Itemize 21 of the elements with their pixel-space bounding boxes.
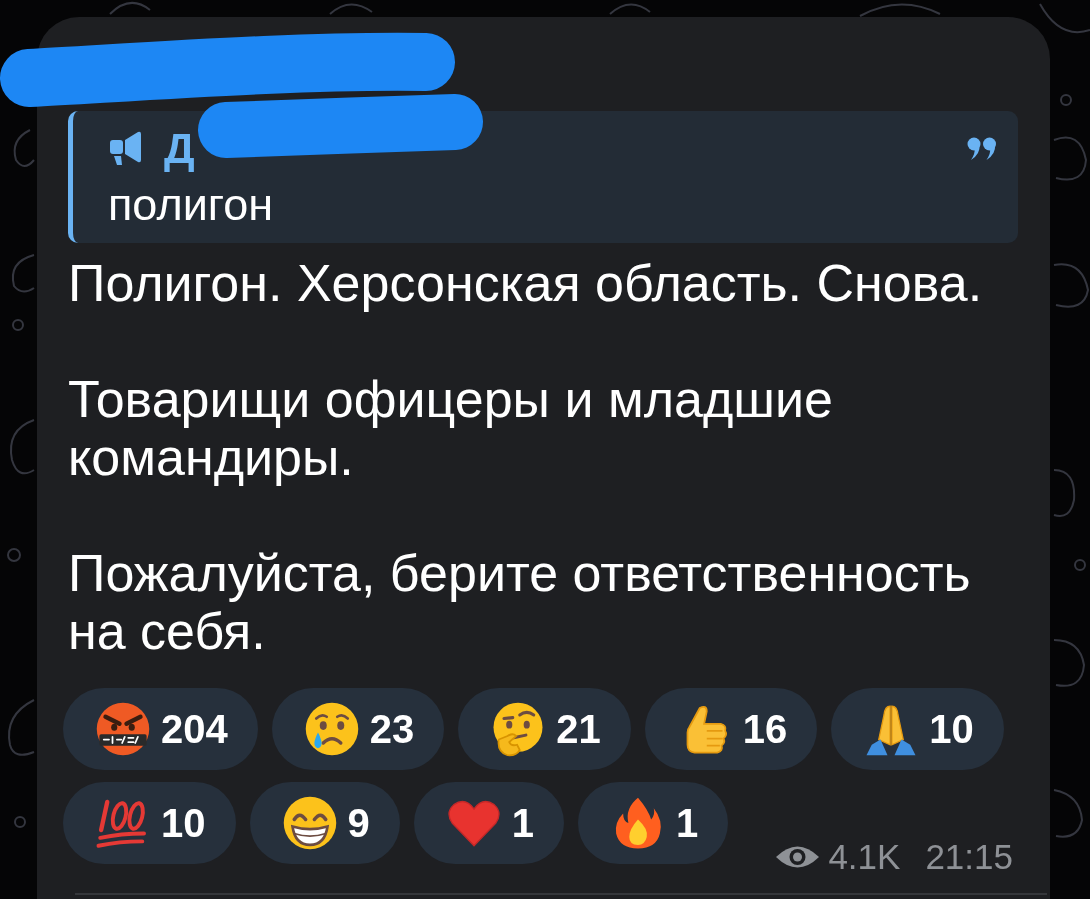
message-paragraph: Товарищи офицеры и младшие командиры.	[68, 370, 834, 486]
reaction-button[interactable]: 16	[644, 688, 818, 770]
reaction-button[interactable]: 204	[63, 688, 258, 770]
reaction-button[interactable]: 10	[831, 688, 1004, 770]
reaction-button[interactable]: 23	[271, 688, 445, 770]
quote-text: полигон	[108, 179, 275, 231]
view-count: 4.1K	[828, 837, 901, 877]
message-paragraph: Полигон. Херсонская область. Снова.	[68, 254, 984, 312]
reaction-button[interactable]: 21	[458, 688, 631, 770]
crying-face-icon	[303, 701, 360, 757]
reaction-button[interactable]: 1	[413, 782, 564, 864]
quote-block[interactable]: Д полигон	[68, 111, 1018, 243]
message-paragraph: Пожалуйста, берите ответственность на себя.	[68, 544, 972, 660]
reaction-button[interactable]: 10	[63, 782, 236, 864]
quote-icon	[967, 136, 998, 160]
reaction-button[interactable]: 1	[578, 782, 729, 864]
megaphone-icon	[108, 130, 144, 166]
grinning-face-icon	[281, 795, 338, 851]
cursing-face-icon	[95, 701, 151, 757]
reaction-button[interactable]: 9	[249, 782, 400, 864]
message-time: 21:15	[925, 837, 1013, 877]
